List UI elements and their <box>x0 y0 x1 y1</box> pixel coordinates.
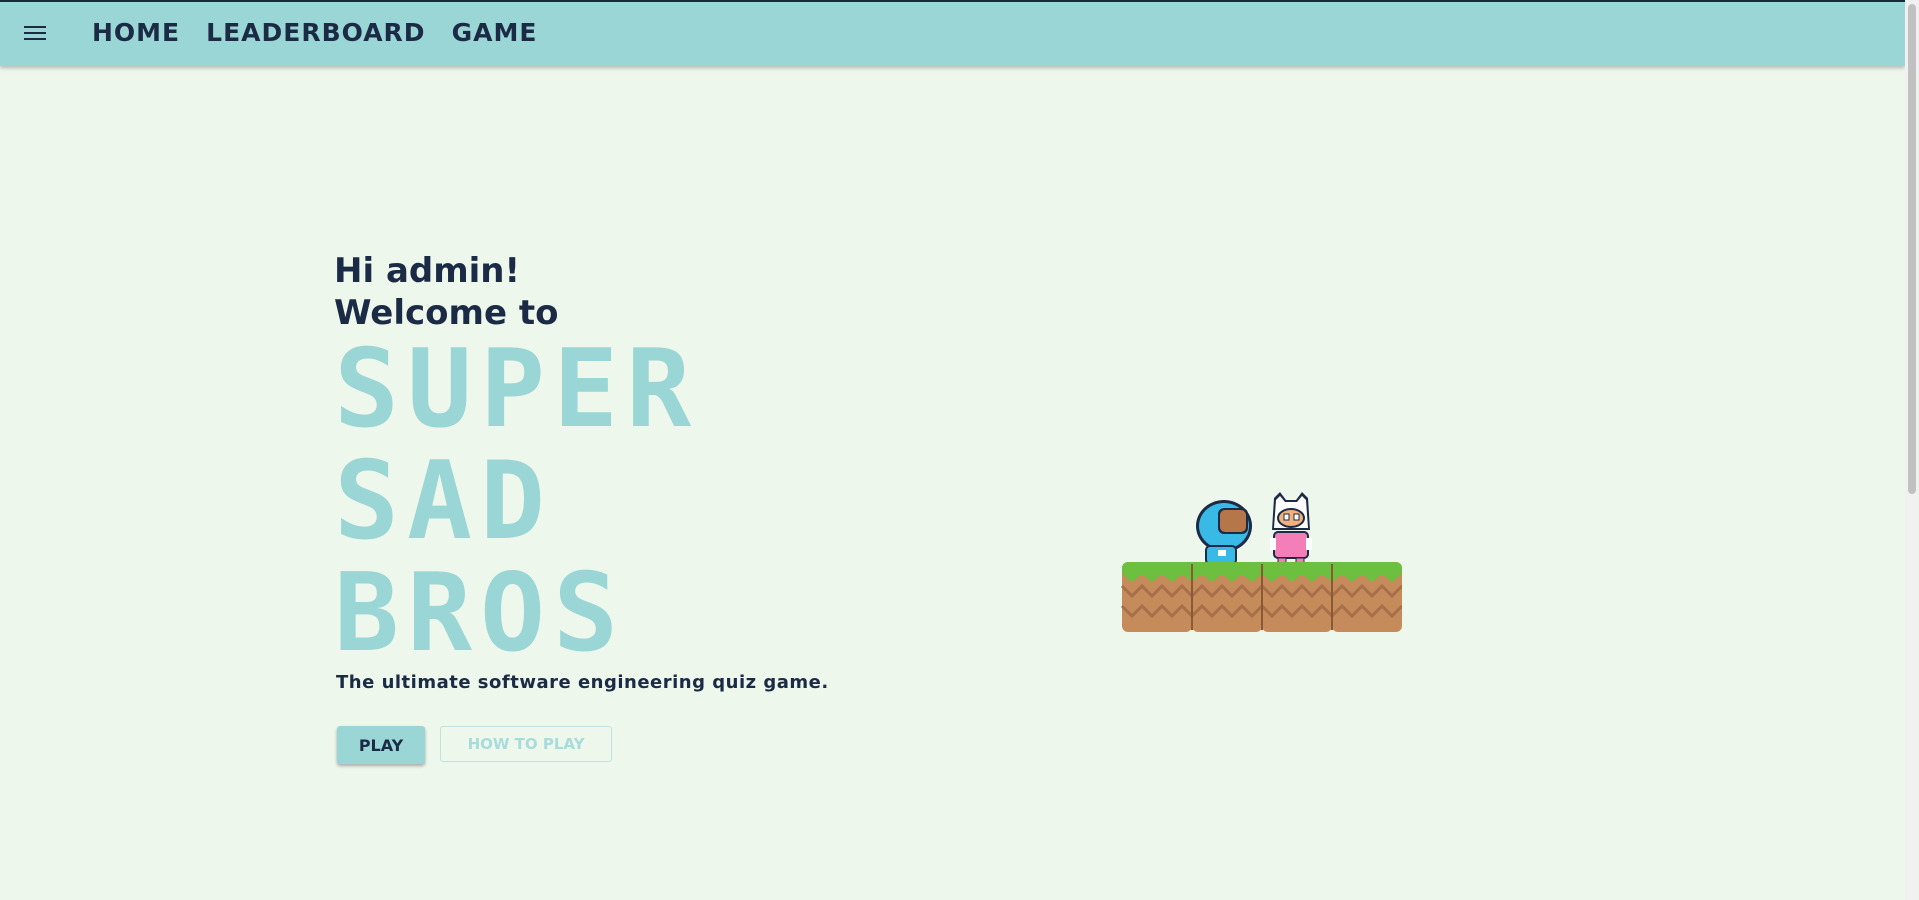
nav-game-link[interactable]: GAME <box>452 18 538 47</box>
play-button[interactable]: PLAY <box>337 726 425 764</box>
hamburger-menu-icon[interactable] <box>24 26 46 42</box>
nav-leaderboard-link[interactable]: LEADERBOARD <box>206 18 425 47</box>
main-nav: HOME LEADERBOARD GAME <box>92 18 537 47</box>
page-scrollbar[interactable] <box>1905 0 1919 900</box>
game-scene-illustration <box>1120 492 1402 632</box>
game-title-line-1: SUPER <box>334 327 700 452</box>
how-to-play-button[interactable]: HOW TO PLAY <box>440 726 612 762</box>
greeting-line-1: Hi admin! <box>334 251 521 291</box>
pink-cat-character-icon <box>1270 492 1312 571</box>
game-title-line-3: BROS <box>334 551 627 676</box>
grass-dirt-platform <box>1120 562 1402 632</box>
hero-section: Hi admin! Welcome to SUPER SAD BROS <box>334 250 699 670</box>
game-title-line-2: SAD <box>334 439 554 564</box>
game-tagline: The ultimate software engineering quiz g… <box>336 672 829 693</box>
scrollbar-thumb[interactable] <box>1908 4 1916 494</box>
top-app-bar: HOME LEADERBOARD GAME <box>0 0 1905 66</box>
nav-home-link[interactable]: HOME <box>92 18 180 47</box>
